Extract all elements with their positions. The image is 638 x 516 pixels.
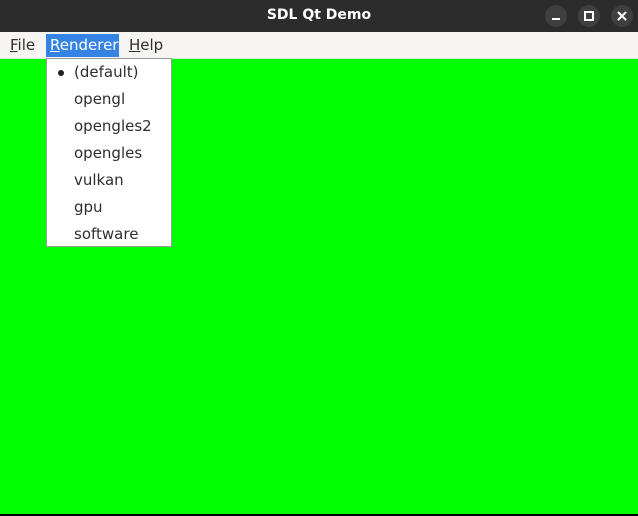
renderer-option-vulkan[interactable]: vulkan [47,167,171,194]
maximize-icon [584,11,594,21]
menu-file-mnemonic: F [10,36,18,54]
menu-help[interactable]: Help [125,34,167,57]
renderer-option-default[interactable]: (default) [47,59,171,86]
close-icon [617,11,627,21]
minimize-icon [552,18,560,20]
menu-help-mnemonic: H [129,36,141,54]
renderer-option-opengles2[interactable]: opengles2 [47,113,171,140]
menu-renderer-label: enderer [59,36,119,54]
menu-bar: File Renderer Help [0,32,638,59]
renderer-option-label: software [74,225,139,243]
selected-bullet-icon [58,70,64,76]
renderer-option-label: opengles [74,144,143,162]
renderer-option-label: opengl [74,90,126,108]
menu-file-label: ile [17,36,36,54]
renderer-option-gpu[interactable]: gpu [47,194,171,221]
window-title: SDL Qt Demo [266,7,372,23]
renderer-option-software[interactable]: software [47,221,171,248]
close-button[interactable] [611,5,633,27]
app-window: SDL Qt Demo File Renderer Help (default)… [0,0,638,514]
renderer-option-opengl[interactable]: opengl [47,86,171,113]
menu-renderer-mnemonic: R [50,36,60,54]
minimize-button[interactable] [545,5,567,27]
menu-renderer[interactable]: Renderer [46,34,119,57]
renderer-option-label: vulkan [74,171,124,189]
menu-file[interactable]: File [6,34,39,57]
renderer-option-opengles[interactable]: opengles [47,140,171,167]
renderer-option-label: gpu [74,198,103,216]
renderer-option-label: (default) [74,63,139,81]
renderer-dropdown: (default) opengl opengles2 opengles vulk… [46,58,172,247]
title-bar[interactable]: SDL Qt Demo [0,0,638,32]
renderer-option-label: opengles2 [74,117,152,135]
menu-help-label: elp [140,36,164,54]
maximize-button[interactable] [578,5,600,27]
